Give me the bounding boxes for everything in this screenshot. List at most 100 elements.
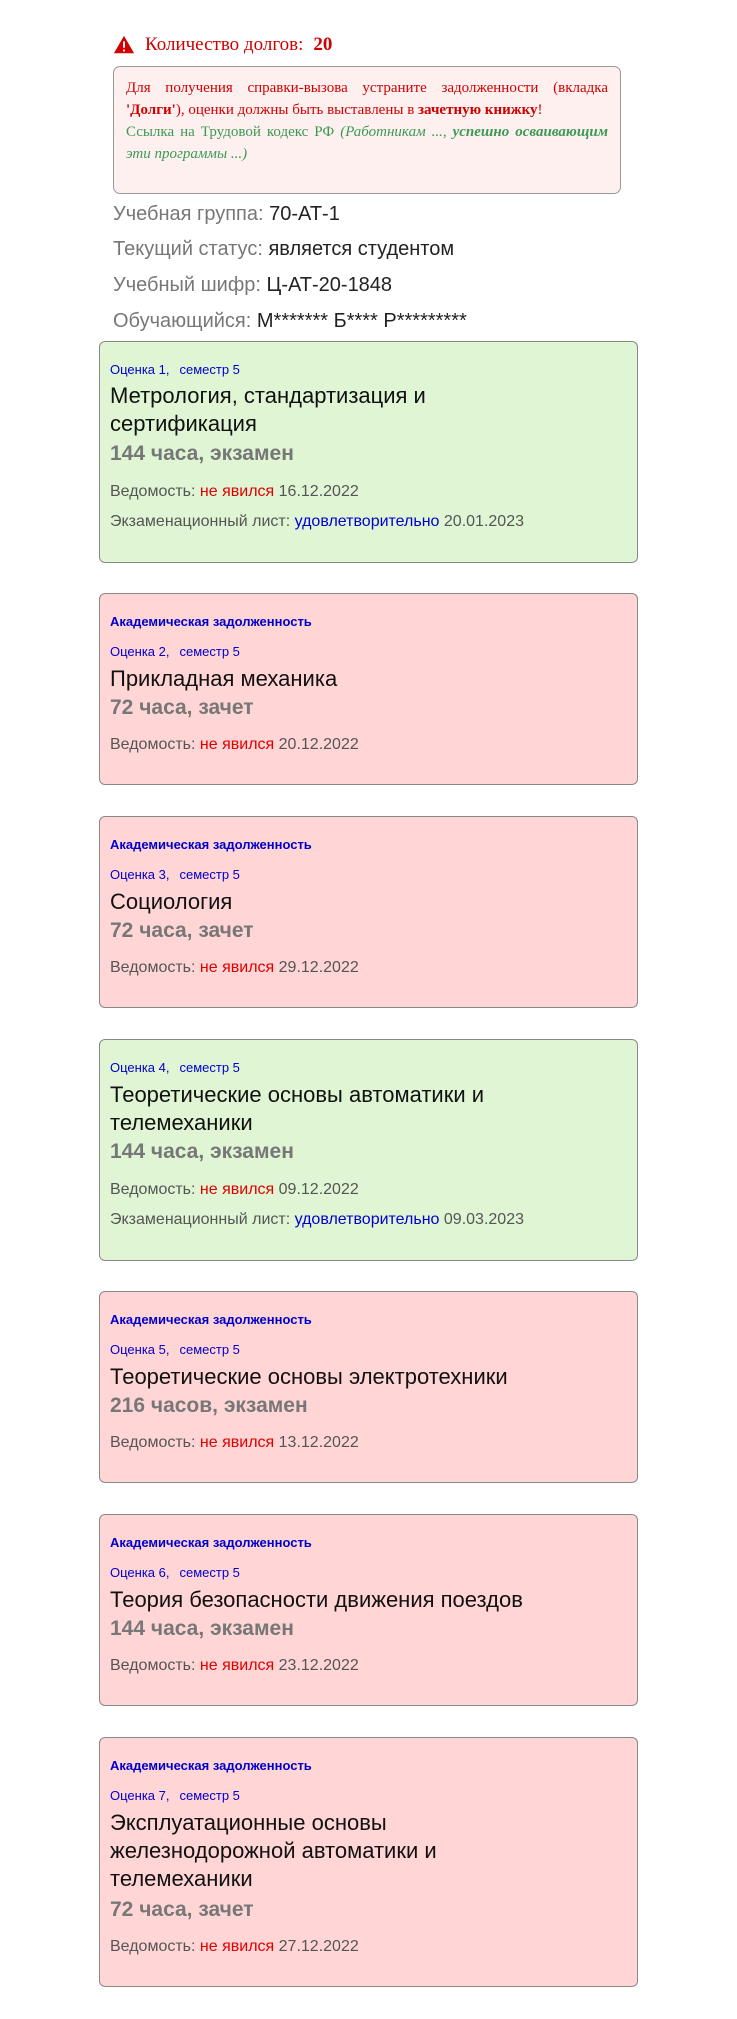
- vedomost-label: Ведомость:: [110, 1938, 196, 1955]
- notice-debt-text: Для получения справки-вызова устраните з…: [126, 77, 608, 121]
- exam-sheet-row: Экзаменационный лист: удовлетворительно …: [110, 513, 524, 531]
- grade-number: Оценка 4,: [110, 1060, 170, 1075]
- no-show-status: не явился: [199, 483, 275, 500]
- debts-tab-link[interactable]: 'Долги': [126, 102, 176, 118]
- course-title: Прикладная механика: [110, 666, 338, 691]
- grade-number: Оценка 6,: [110, 1565, 170, 1580]
- grade-semester: Оценка 2, семестр 5: [110, 644, 240, 659]
- student-status: Текущий статус: является студентом: [113, 238, 454, 261]
- exam-grade: удовлетворительно: [294, 513, 440, 530]
- vedomost-date: 16.12.2022: [278, 483, 359, 500]
- vedomost-date: 20.12.2022: [278, 736, 359, 753]
- course-title: Эксплуатационные основы железнодорожной а…: [110, 1809, 623, 1893]
- course-title: Теоретические основы электротехники: [110, 1364, 508, 1389]
- no-show-status: не явился: [199, 959, 275, 976]
- course-hours: 144 часа, экзамен: [110, 1617, 294, 1640]
- labor-code-quote: (Работникам ...,: [340, 124, 453, 140]
- grade-number: Оценка 2,: [110, 644, 170, 659]
- vedomost-label: Ведомость:: [110, 736, 196, 753]
- exam-sheet-date: 20.01.2023: [443, 513, 524, 530]
- vedomost-row: Ведомость: не явился 16.12.2022: [110, 483, 359, 501]
- student-group: Учебная группа: 70-АТ-1: [113, 203, 340, 226]
- course-hours: 72 часа, зачет: [110, 696, 254, 719]
- semester-label: семестр 5: [179, 1788, 240, 1803]
- semester-label: семестр 5: [179, 867, 240, 882]
- certificate-notice: Для получения справки-вызова устраните з…: [113, 66, 621, 194]
- no-show-status: не явился: [199, 1181, 275, 1198]
- academic-debt-tag: Академическая задолженность: [110, 1758, 312, 1773]
- vedomost-label: Ведомость:: [110, 483, 196, 500]
- labor-code-link[interactable]: Ссылка на Трудовой кодекс РФ (Работникам…: [126, 121, 608, 165]
- grade-semester: Оценка 6, семестр 5: [110, 1565, 240, 1580]
- debt-count-value: 20: [313, 34, 333, 55]
- vedomost-row: Ведомость: не явился 20.12.2022: [110, 736, 359, 754]
- grade-semester: Оценка 4, семестр 5: [110, 1060, 240, 1075]
- academic-debt-tag: Академическая задолженность: [110, 1312, 312, 1327]
- course-title-line: Эксплуатационные основы: [110, 1810, 387, 1835]
- no-show-status: не явился: [199, 1938, 275, 1955]
- course-title-line: Теоретические основы автоматики и: [110, 1082, 485, 1107]
- vedomost-row: Ведомость: не явился 09.12.2022: [110, 1181, 359, 1199]
- course-title-line: сертификация: [110, 411, 257, 436]
- warning-icon: [113, 35, 135, 54]
- grade-semester: Оценка 5, семестр 5: [110, 1342, 240, 1357]
- name-value: М******* Б**** Р*********: [256, 310, 467, 332]
- grade-number: Оценка 3,: [110, 867, 170, 882]
- gradebook-text: зачетную книжку: [418, 102, 538, 118]
- vedomost-label: Ведомость:: [110, 1181, 196, 1198]
- course-hours: 72 часа, зачет: [110, 919, 254, 942]
- group-label: Учебная группа:: [113, 203, 264, 225]
- notice-text-part: !: [537, 102, 543, 118]
- course-hours: 216 часов, экзамен: [110, 1394, 308, 1417]
- debt-card: Академическая задолженность Оценка 3, сем…: [99, 816, 638, 1008]
- academic-debt-tag: Академическая задолженность: [110, 837, 312, 852]
- course-title-line: телемеханики: [110, 1866, 253, 1891]
- exam-sheet-label: Экзаменационный лист:: [110, 1211, 291, 1228]
- grade-number: Оценка 7,: [110, 1788, 170, 1803]
- cipher-value: Ц-АТ-20-1848: [266, 274, 393, 296]
- vedomost-date: 13.12.2022: [278, 1434, 359, 1451]
- course-hours: 144 часа, экзамен: [110, 1140, 294, 1163]
- course-title-line: Метрология, стандартизация и: [110, 383, 426, 408]
- vedomost-date: 09.12.2022: [278, 1181, 359, 1198]
- course-title: Теория безопасности движения поездов: [110, 1587, 523, 1612]
- vedomost-label: Ведомость:: [110, 1434, 196, 1451]
- vedomost-row: Ведомость: не явился 29.12.2022: [110, 959, 359, 977]
- labor-code-text: Ссылка на Трудовой кодекс РФ: [126, 124, 341, 140]
- debt-count-header: Количество долгов: 20: [113, 34, 332, 56]
- semester-label: семестр 5: [179, 1342, 240, 1357]
- student-cipher: Учебный шифр: Ц-АТ-20-1848: [113, 274, 392, 297]
- vedomost-row: Ведомость: не явился 13.12.2022: [110, 1434, 359, 1452]
- notice-text-part: Для получения справки-вызова устраните з…: [126, 80, 608, 96]
- group-value: 70-АТ-1: [269, 203, 340, 225]
- grade-semester: Оценка 7, семестр 5: [110, 1788, 240, 1803]
- vedomost-label: Ведомость:: [110, 959, 196, 976]
- cipher-label: Учебный шифр:: [113, 274, 261, 296]
- grade-semester: Оценка 3, семестр 5: [110, 867, 240, 882]
- semester-label: семестр 5: [179, 362, 240, 377]
- grade-card: Оценка 4, семестр 5 Теоретические основы …: [99, 1039, 638, 1261]
- debt-card: Академическая задолженность Оценка 7, сем…: [99, 1737, 638, 1987]
- grade-number: Оценка 1,: [110, 362, 170, 377]
- exam-grade: удовлетворительно: [294, 1211, 440, 1228]
- no-show-status: не явился: [199, 736, 275, 753]
- no-show-status: не явился: [199, 1434, 275, 1451]
- grade-semester: Оценка 1, семестр 5: [110, 362, 240, 377]
- vedomost-label: Ведомость:: [110, 1657, 196, 1674]
- course-title-line: телемеханики: [110, 1110, 253, 1135]
- debt-card: Академическая задолженность Оценка 2, сем…: [99, 593, 638, 785]
- debt-count-label: Количество долгов:: [145, 34, 304, 55]
- vedomost-date: 29.12.2022: [278, 959, 359, 976]
- vedomost-row: Ведомость: не явился 23.12.2022: [110, 1657, 359, 1675]
- grade-number: Оценка 5,: [110, 1342, 170, 1357]
- academic-debt-tag: Академическая задолженность: [110, 1535, 312, 1550]
- course-title: Социология: [110, 889, 233, 914]
- debt-card: Академическая задолженность Оценка 5, сем…: [99, 1291, 638, 1483]
- labor-code-quote-end: эти программы ...): [126, 146, 248, 162]
- notice-text-part: ), оценки должны быть выставлены в: [175, 102, 419, 118]
- course-title: Метрология, стандартизация и сертификация: [110, 382, 623, 438]
- course-title-line: железнодорожной автоматики и: [110, 1838, 437, 1863]
- academic-debt-tag: Академическая задолженность: [110, 614, 312, 629]
- semester-label: семестр 5: [179, 1565, 240, 1580]
- status-label: Текущий статус:: [113, 238, 263, 260]
